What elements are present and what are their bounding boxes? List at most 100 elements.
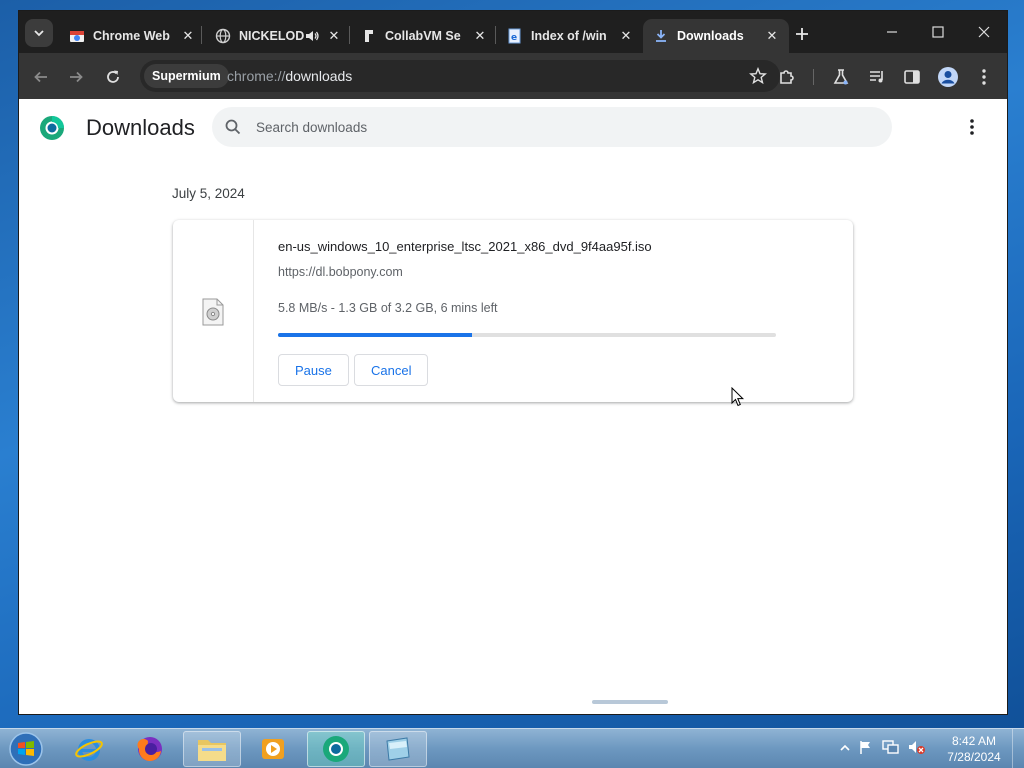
- search-input[interactable]: [256, 117, 856, 137]
- downloads-page: Downloads July 5, 2024 en-us_windows_10_…: [19, 99, 1007, 714]
- address-bar[interactable]: Supermium chrome://downloads: [140, 60, 780, 92]
- toolbar-divider: [813, 69, 814, 85]
- close-icon[interactable]: ✕: [763, 27, 781, 45]
- tab-separator: [349, 26, 350, 44]
- new-tab-button[interactable]: [789, 21, 815, 47]
- date-header: July 5, 2024: [172, 186, 245, 201]
- tab-separator: [495, 26, 496, 44]
- download-source-url[interactable]: https://dl.bobpony.com: [278, 265, 403, 279]
- tab-title: CollabVM Se: [385, 29, 461, 43]
- chrome-web-store-icon: [69, 28, 85, 44]
- folder-icon: [198, 740, 226, 761]
- start-button[interactable]: [6, 730, 46, 768]
- close-icon[interactable]: ✕: [617, 27, 635, 45]
- arrow-left-icon: [34, 71, 47, 83]
- search-icon: [224, 118, 242, 136]
- cancel-button[interactable]: Cancel: [354, 354, 429, 386]
- bookmark-star-icon[interactable]: [748, 66, 768, 86]
- more-vert-icon: [970, 119, 974, 135]
- flask-icon: [833, 69, 849, 85]
- side-panel-icon: [904, 70, 920, 84]
- scrollbar-thumb[interactable]: [592, 700, 668, 704]
- download-filename[interactable]: en-us_windows_10_enterprise_ltsc_2021_x8…: [278, 239, 652, 254]
- close-icon: [978, 26, 990, 38]
- profile-button[interactable]: [934, 63, 962, 91]
- download-icon-column: [173, 220, 254, 402]
- avatar-icon: [938, 67, 958, 87]
- browser-menu-button[interactable]: [970, 63, 998, 91]
- pause-button[interactable]: Pause: [278, 354, 349, 386]
- show-desktop-button[interactable]: [1012, 729, 1024, 768]
- taskbar-clock[interactable]: 8:42 AM 7/28/2024: [940, 733, 1008, 765]
- forward-button[interactable]: [62, 63, 90, 91]
- arrow-right-icon: [70, 71, 83, 83]
- browser-toolbar: Supermium chrome://downloads: [19, 53, 1007, 99]
- download-item: en-us_windows_10_enterprise_ltsc_2021_x8…: [173, 220, 853, 402]
- speaker-icon[interactable]: [305, 29, 319, 43]
- tab-search-button[interactable]: [25, 19, 53, 47]
- close-window-button[interactable]: [961, 17, 1007, 47]
- tab-separator: [201, 26, 202, 44]
- download-icon: [653, 28, 669, 44]
- page-title: Downloads: [86, 115, 195, 140]
- reload-icon: [107, 70, 119, 83]
- taskbar: 8:42 AM 7/28/2024: [0, 728, 1024, 768]
- internet-explorer-icon: [75, 739, 103, 761]
- close-icon[interactable]: ✕: [471, 27, 489, 45]
- network-icon[interactable]: [882, 739, 900, 760]
- download-status: 5.8 MB/s - 1.3 GB of 3.2 GB, 6 mins left: [278, 301, 498, 315]
- clock-time: 8:42 AM: [951, 734, 997, 748]
- minimize-button[interactable]: [869, 17, 915, 47]
- search-downloads[interactable]: [212, 107, 892, 147]
- tab-index-of-win[interactable]: e Index of /win ✕: [497, 19, 643, 53]
- tab-title: NICKELOD: [239, 29, 305, 43]
- puzzle-icon: [780, 70, 794, 84]
- action-center-flag-icon[interactable]: [858, 739, 874, 760]
- url-scheme: chrome://: [227, 68, 286, 84]
- downloads-menu-button[interactable]: [962, 117, 982, 137]
- tab-nickelodeon[interactable]: NICKELOD ✕: [205, 19, 351, 53]
- side-panel-button[interactable]: [898, 63, 926, 91]
- taskbar-vm-app[interactable]: [369, 731, 427, 767]
- tab-title: Index of /win: [531, 29, 607, 43]
- windows-orb-icon: [9, 732, 43, 766]
- back-button[interactable]: [27, 63, 55, 91]
- minimize-icon: [887, 31, 897, 33]
- collabvm-icon: [361, 28, 377, 44]
- taskbar-file-explorer[interactable]: [183, 731, 241, 767]
- taskbar-firefox[interactable]: [121, 731, 179, 767]
- more-vert-icon: [982, 69, 986, 85]
- window-app-icon: [386, 737, 410, 761]
- chevron-down-icon: [34, 30, 44, 37]
- taskbar-supermium[interactable]: [307, 731, 365, 767]
- clock-date: 7/28/2024: [947, 750, 1001, 764]
- download-progress-fill: [278, 333, 473, 337]
- tab-title: Downloads: [677, 29, 744, 43]
- firefox-icon: [137, 737, 162, 762]
- ie-page-icon: e: [507, 28, 523, 44]
- close-icon[interactable]: ✕: [179, 27, 197, 45]
- profile-chip[interactable]: Supermium: [144, 64, 229, 88]
- tab-strip: Chrome Web ✕ NICKELOD ✕ CollabVM Se ✕ e …: [19, 11, 1007, 53]
- show-hidden-icons-icon[interactable]: [840, 740, 850, 758]
- browser-window: Chrome Web ✕ NICKELOD ✕ CollabVM Se ✕ e …: [18, 10, 1008, 715]
- mouse-cursor-icon: [731, 387, 745, 407]
- taskbar-media-player[interactable]: [244, 731, 302, 767]
- extensions-button[interactable]: [773, 63, 801, 91]
- media-player-icon: [262, 739, 284, 759]
- volume-muted-icon[interactable]: [908, 739, 926, 760]
- maximize-button[interactable]: [915, 17, 961, 47]
- tab-collabvm[interactable]: CollabVM Se ✕: [351, 19, 497, 53]
- url-host: downloads: [285, 68, 353, 84]
- plus-icon: [796, 28, 808, 40]
- supermium-icon: [323, 736, 349, 762]
- reload-button[interactable]: [99, 63, 127, 91]
- tab-downloads[interactable]: Downloads ✕: [643, 19, 789, 53]
- close-icon[interactable]: ✕: [325, 27, 343, 45]
- tab-chrome-web-store[interactable]: Chrome Web ✕: [59, 19, 205, 53]
- taskbar-internet-explorer[interactable]: [60, 731, 118, 767]
- url-text[interactable]: chrome://downloads: [227, 68, 352, 84]
- media-controls-button[interactable]: [863, 63, 891, 91]
- maximize-icon: [932, 26, 944, 38]
- labs-button[interactable]: [827, 63, 855, 91]
